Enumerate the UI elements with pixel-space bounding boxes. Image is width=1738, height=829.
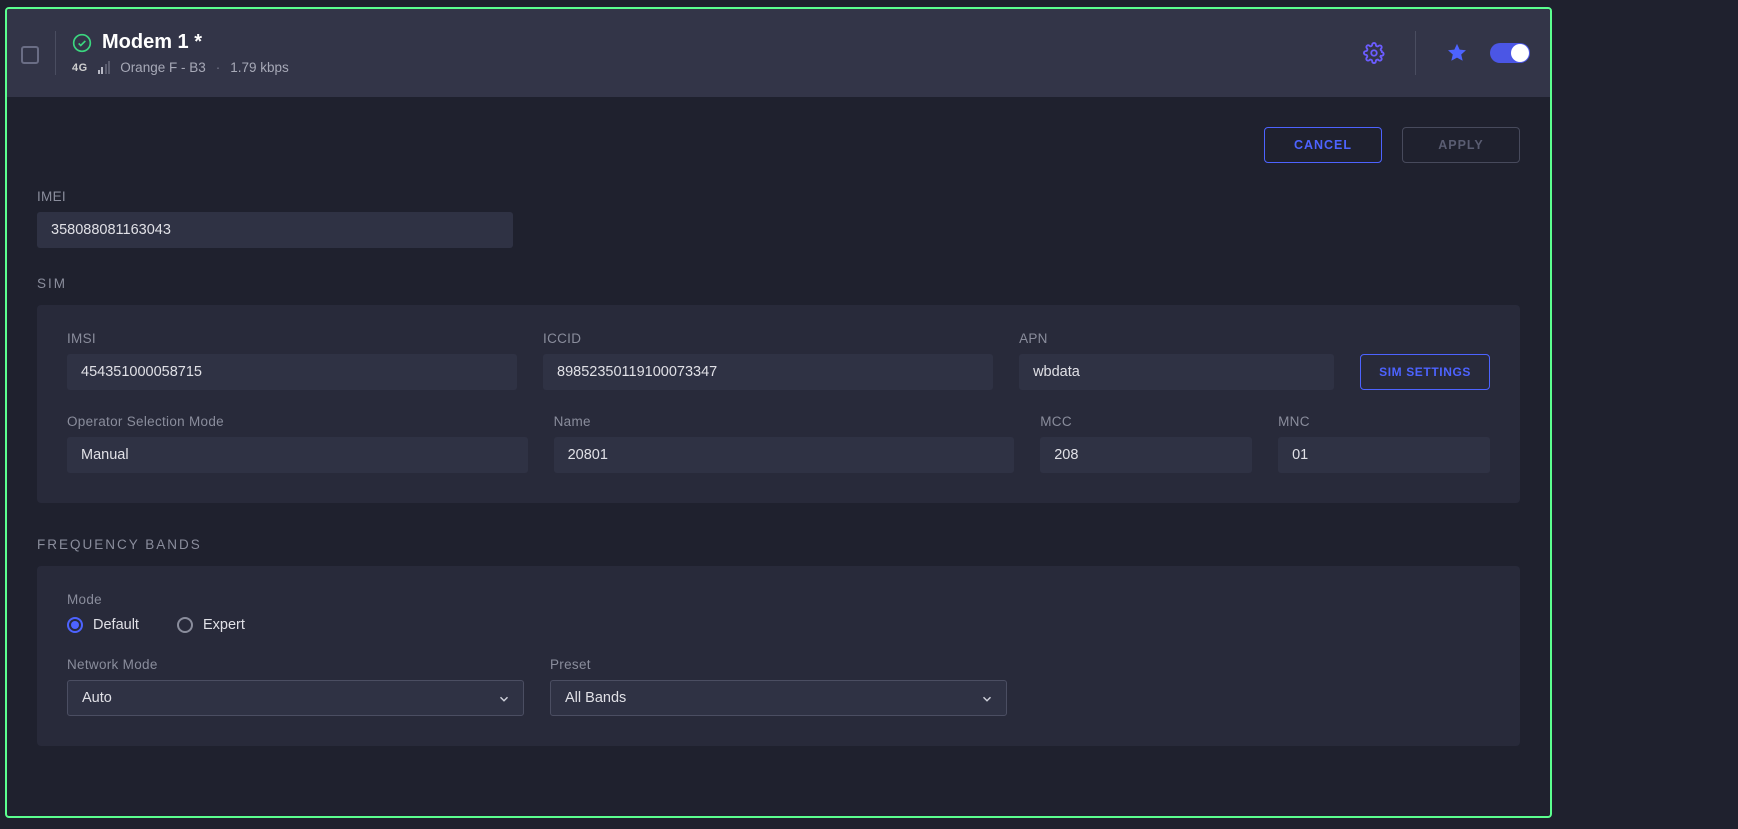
apply-button[interactable]: APPLY [1402,127,1520,163]
radio-dot-icon [67,617,83,633]
mcc-field: MCC 208 [1040,414,1252,473]
sim-section-label: SIM [37,276,1520,291]
network-tech-badge: 4G [72,62,88,74]
favorite-star-icon[interactable] [1446,42,1468,64]
network-mode-value: Auto [82,690,112,706]
apn-field: APN wbdata [1019,331,1334,390]
name-value: 20801 [554,437,1015,473]
chevron-down-icon [497,692,509,704]
signal-strength-icon [98,62,111,74]
preset-value: All Bands [565,690,626,706]
operator-mode-field: Operator Selection Mode Manual [67,414,528,473]
freq-section-label: FREQUENCY BANDS [37,537,1520,552]
imsi-field: IMSI 454351000058715 [67,331,517,390]
network-mode-field: Network Mode Auto [67,657,524,716]
mode-radio-expert-label: Expert [203,617,245,633]
modem-enable-toggle[interactable] [1490,43,1530,63]
sim-panel: IMSI 454351000058715 ICCID 8985235011910… [37,305,1520,503]
divider [1415,31,1416,75]
iccid-label: ICCID [543,331,993,346]
imsi-value: 454351000058715 [67,354,517,390]
sim-settings-wrap: SIM SETTINGS [1360,354,1490,390]
mcc-value: 208 [1040,437,1252,473]
imei-label: IMEI [37,189,1520,204]
preset-label: Preset [550,657,1007,672]
toggle-knob [1511,44,1529,62]
settings-gear-icon[interactable] [1363,42,1385,64]
operator-mode-value: Manual [67,437,528,473]
preset-field: Preset All Bands [550,657,1007,716]
mnc-value: 01 [1278,437,1490,473]
mode-label: Mode [67,592,1490,607]
cancel-button[interactable]: CANCEL [1264,127,1382,163]
imsi-label: IMSI [67,331,517,346]
iccid-field: ICCID 89852350119100073347 [543,331,993,390]
separator-dot: · [216,60,221,75]
divider [55,31,56,75]
iccid-value: 89852350119100073347 [543,354,993,390]
imei-block: IMEI 358088081163043 [37,189,1520,248]
select-modem-checkbox[interactable] [21,46,39,64]
imei-value: 358088081163043 [37,212,513,248]
modem-config-panel: Modem 1 * 4G Orange F - B3 · 1.79 kbps [5,7,1552,818]
radio-dot-icon [177,617,193,633]
mnc-label: MNC [1278,414,1490,429]
apn-value: wbdata [1019,354,1334,390]
mode-radio-expert[interactable]: Expert [177,617,245,633]
carrier-band: Orange F - B3 [120,60,206,75]
mode-radio-default-label: Default [93,617,139,633]
name-label: Name [554,414,1015,429]
name-field: Name 20801 [554,414,1015,473]
chevron-down-icon [980,692,992,704]
mnc-field: MNC 01 [1278,414,1490,473]
mode-radio-default[interactable]: Default [67,617,139,633]
network-mode-select[interactable]: Auto [67,680,524,716]
apn-label: APN [1019,331,1334,346]
modem-config-body: CANCEL APPLY IMEI 358088081163043 SIM IM… [7,97,1550,776]
status-ok-icon [72,33,92,53]
action-buttons: CANCEL APPLY [37,127,1520,163]
data-rate: 1.79 kbps [230,60,289,75]
mcc-label: MCC [1040,414,1252,429]
mode-field: Mode Default Expert [67,592,1490,633]
modem-header: Modem 1 * 4G Orange F - B3 · 1.79 kbps [7,9,1550,97]
modem-header-info: Modem 1 * 4G Orange F - B3 · 1.79 kbps [72,31,1363,75]
sim-settings-button[interactable]: SIM SETTINGS [1360,354,1490,390]
operator-mode-label: Operator Selection Mode [67,414,528,429]
frequency-bands-panel: Mode Default Expert Network Mode [37,566,1520,746]
modem-title: Modem 1 * [102,31,202,54]
network-mode-label: Network Mode [67,657,524,672]
preset-select[interactable]: All Bands [550,680,1007,716]
